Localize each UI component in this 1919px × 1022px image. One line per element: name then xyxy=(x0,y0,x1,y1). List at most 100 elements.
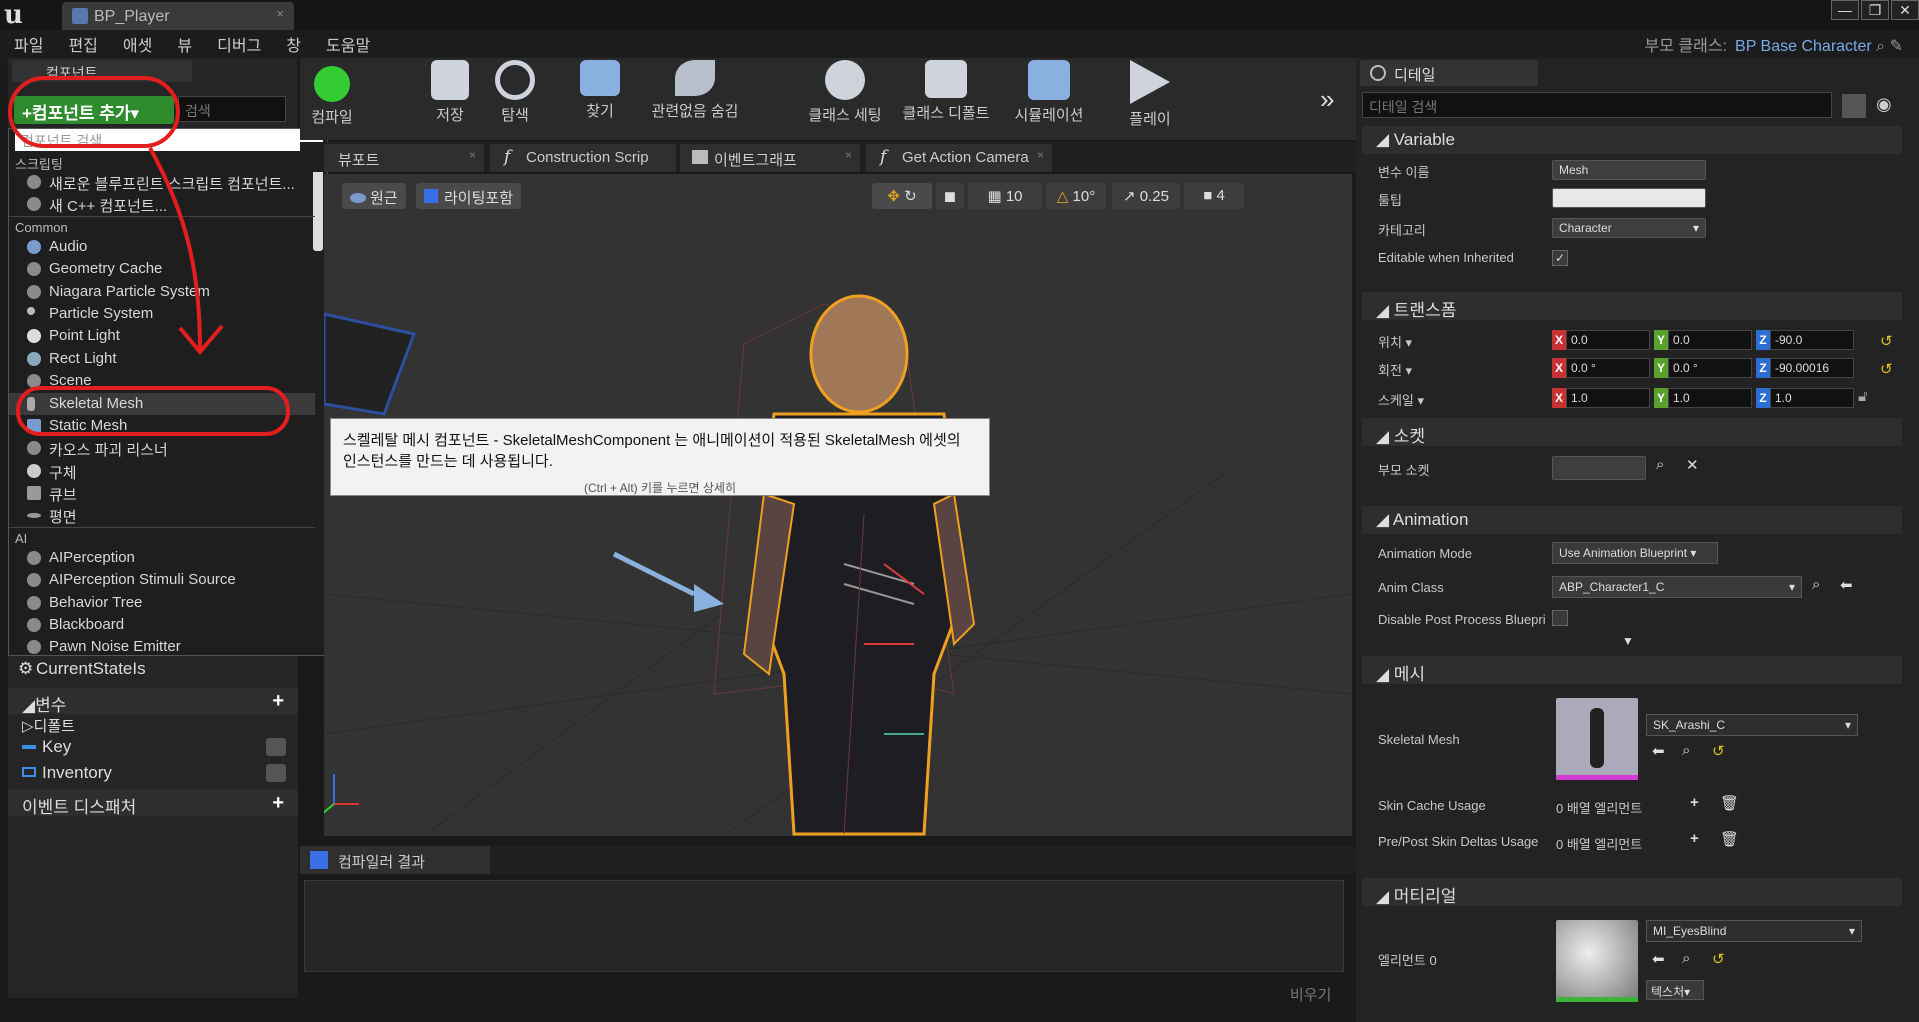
class-settings-button[interactable]: 클래스 세팅 xyxy=(800,60,890,125)
lock-icon[interactable]: 🔓︎ xyxy=(1858,388,1868,405)
rotation-snap-button[interactable]: △ 10° xyxy=(1046,183,1106,209)
skeletal-mesh-dropdown[interactable]: SK_Arashi_C ▾ xyxy=(1646,714,1858,736)
list-item[interactable]: Blackboard xyxy=(9,614,315,636)
menu-help[interactable]: 도움말 xyxy=(312,32,381,56)
arrow-left-icon[interactable]: ⬅ xyxy=(1652,742,1665,760)
menu-file[interactable]: 파일 xyxy=(0,32,54,56)
trash-icon[interactable]: 🗑︎ xyxy=(1720,830,1739,848)
close-icon[interactable]: ✕ xyxy=(1686,456,1699,474)
transform-tools[interactable]: ✥ ↻ xyxy=(872,183,932,209)
reset-icon[interactable]: ↺ xyxy=(1712,742,1725,760)
anim-class-dropdown[interactable]: ABP_Character1_C ▾ xyxy=(1552,576,1802,598)
tab-viewport[interactable]: 뷰포트 × xyxy=(324,144,484,172)
menu-view[interactable]: 뷰 xyxy=(163,32,203,56)
disable-post-process-checkbox[interactable] xyxy=(1552,610,1568,626)
list-item[interactable]: 구체 xyxy=(9,460,315,482)
current-state-item[interactable]: ⚙ CurrentStateIs xyxy=(8,656,298,682)
list-item[interactable]: AIPerception xyxy=(9,547,315,569)
add-element-button[interactable]: + xyxy=(1690,830,1699,847)
scale-x[interactable]: X 1.0 xyxy=(1552,388,1652,408)
add-variable-button[interactable]: + xyxy=(272,690,284,713)
rotation-label[interactable]: 회전 ▾ xyxy=(1378,360,1412,379)
section-mesh[interactable]: ◢ 메시 xyxy=(1362,656,1902,684)
details-search-input[interactable]: 디테일 검색 xyxy=(1362,92,1832,118)
scale-y[interactable]: Y 1.0 xyxy=(1654,388,1754,408)
section-transform[interactable]: ◢ 트랜스폼 xyxy=(1362,292,1902,320)
menu-debug[interactable]: 디버그 xyxy=(203,32,272,56)
save-button[interactable]: 저장 xyxy=(420,60,480,125)
rotation-z[interactable]: Z -90.00016 xyxy=(1756,358,1856,378)
section-variable[interactable]: ◢ Variable xyxy=(1362,126,1902,154)
perspective-button[interactable]: 원근 xyxy=(342,183,406,209)
menu-window[interactable]: 창 xyxy=(272,32,312,56)
visibility-icon[interactable] xyxy=(266,738,286,756)
arrow-left-icon[interactable]: ⬅ xyxy=(1840,576,1853,594)
expand-advanced-icon[interactable]: ▼ xyxy=(1622,634,1634,648)
find-button[interactable]: 찾기 xyxy=(570,60,630,121)
compiler-results-tab[interactable]: 컴파일러 결과 xyxy=(300,846,490,874)
unreal-logo[interactable]: u xyxy=(4,2,34,28)
section-animation[interactable]: ◢ Animation xyxy=(1362,506,1902,534)
menu-asset[interactable]: 애셋 xyxy=(109,32,163,56)
variable-item-key[interactable]: Key xyxy=(8,734,298,760)
visibility-icon[interactable] xyxy=(266,764,286,782)
class-defaults-button[interactable]: 클래스 디폴트 xyxy=(896,60,996,123)
add-element-button[interactable]: + xyxy=(1690,794,1699,811)
texture-button[interactable]: 텍스처▾ xyxy=(1646,980,1704,1000)
close-window-button[interactable]: ✕ xyxy=(1891,0,1919,20)
parent-socket-field[interactable] xyxy=(1552,456,1646,480)
trash-icon[interactable]: 🗑︎ xyxy=(1720,794,1739,812)
variable-item-inventory[interactable]: Inventory xyxy=(8,760,298,786)
animation-mode-dropdown[interactable]: Use Animation Blueprint ▾ xyxy=(1552,542,1718,564)
close-icon[interactable]: × xyxy=(276,6,284,21)
tooltip-field[interactable] xyxy=(1552,188,1706,208)
world-local-button[interactable]: ◼ xyxy=(936,183,964,209)
browse-button[interactable]: 탐색 xyxy=(485,60,545,125)
search-icon[interactable]: ⌕ xyxy=(1876,38,1885,55)
search-icon[interactable]: ⌕ xyxy=(1682,742,1690,759)
clear-button[interactable]: 비우기 xyxy=(1290,984,1331,1005)
rotation-x[interactable]: X 0.0 ° xyxy=(1552,358,1652,378)
hide-unrelated-button[interactable]: 관련없음 숨김 xyxy=(640,60,750,121)
menu-edit[interactable]: 편집 xyxy=(54,32,108,56)
scale-label[interactable]: 스케일 ▾ xyxy=(1378,390,1424,409)
eye-icon[interactable]: ◉ xyxy=(1876,94,1892,115)
play-button[interactable]: 플레이 xyxy=(1110,60,1190,129)
list-item[interactable]: Pawn Noise Emitter xyxy=(9,636,315,655)
defaults-row[interactable]: ▷디폴트 xyxy=(8,714,298,735)
scale-z[interactable]: Z 1.0 xyxy=(1756,388,1856,408)
variables-header[interactable]: ◢변수 + xyxy=(8,688,298,715)
section-materials[interactable]: ◢ 머티리얼 xyxy=(1362,878,1902,906)
location-y[interactable]: Y 0.0 xyxy=(1654,330,1754,350)
add-dispatcher-button[interactable]: + xyxy=(272,792,284,815)
document-tab[interactable]: BP_Player × xyxy=(62,2,294,30)
search-icon[interactable]: ⌕ xyxy=(1682,950,1690,967)
arrow-left-icon[interactable]: ⬅ xyxy=(1652,950,1665,968)
wrench-icon[interactable]: ✎ xyxy=(1890,38,1903,55)
category-dropdown[interactable]: Character ▾ xyxy=(1552,218,1706,238)
viewport[interactable] xyxy=(324,174,1352,836)
tab-construction-script[interactable]: f Construction Scrip xyxy=(490,144,676,172)
location-x[interactable]: X 0.0 xyxy=(1552,330,1652,350)
compile-button[interactable]: 컴파일 xyxy=(300,60,364,127)
toolbar-overflow-button[interactable]: » xyxy=(1320,84,1334,115)
parent-class-link[interactable]: BP Base Character xyxy=(1735,38,1872,55)
grid-snap-button[interactable]: ▦ 10 xyxy=(968,183,1042,209)
material-thumbnail[interactable] xyxy=(1556,920,1638,1002)
list-item[interactable]: 평면 xyxy=(9,504,315,526)
reset-icon[interactable]: ↺ xyxy=(1712,950,1725,968)
material-dropdown[interactable]: MI_EyesBlind ▾ xyxy=(1646,920,1862,942)
editable-when-inherited-checkbox[interactable]: ✓ xyxy=(1552,250,1568,266)
skeletal-mesh-thumbnail[interactable] xyxy=(1556,698,1638,780)
location-z[interactable]: Z -90.0 xyxy=(1756,330,1856,350)
reset-icon[interactable]: ↺ xyxy=(1880,332,1893,350)
simulation-button[interactable]: 시뮬레이션 xyxy=(1004,60,1094,125)
search-icon[interactable]: ⌕ xyxy=(1656,456,1664,473)
section-sockets[interactable]: ◢ 소켓 xyxy=(1362,418,1902,446)
reset-icon[interactable]: ↺ xyxy=(1880,360,1893,378)
property-matrix-icon[interactable] xyxy=(1842,94,1866,118)
details-tab[interactable]: 디테일 xyxy=(1360,60,1538,86)
search-icon[interactable]: ⌕ xyxy=(1812,576,1820,593)
list-item[interactable]: 큐브 xyxy=(9,482,315,504)
minimize-button[interactable]: — xyxy=(1831,0,1859,20)
